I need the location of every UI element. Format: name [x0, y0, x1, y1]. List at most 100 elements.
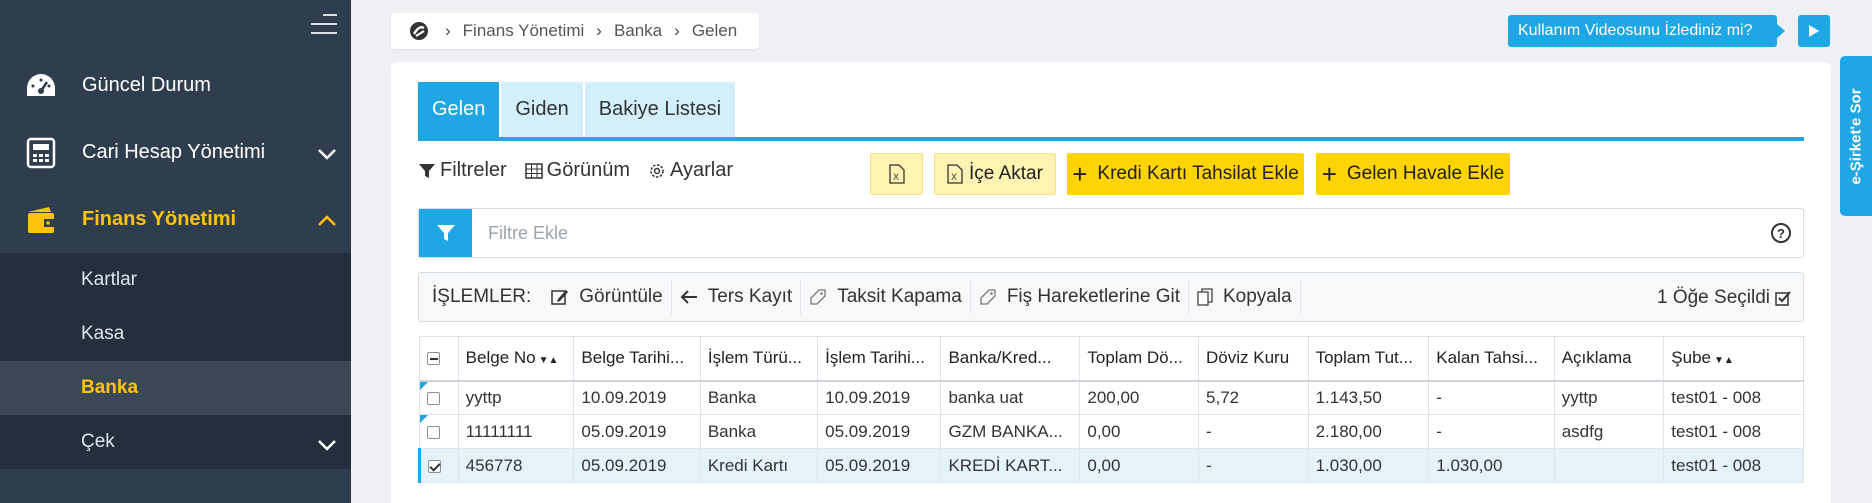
go-to-receipt-button[interactable]: Fiş Hareketlerine Git — [971, 280, 1189, 314]
sidebar-subitem-banka[interactable]: Banka — [0, 361, 351, 415]
reverse-entry-button[interactable]: Ters Kayıt — [672, 280, 802, 314]
tab-giden[interactable]: Giden — [501, 82, 583, 137]
table-cell: - — [1198, 414, 1309, 449]
installment-close-button[interactable]: Taksit Kapama — [801, 280, 971, 314]
sidebar-subitem-kasa[interactable]: Kasa — [0, 307, 351, 361]
filter-icon[interactable] — [419, 209, 472, 257]
column-header[interactable]: Açıklama — [1553, 336, 1665, 382]
column-header[interactable]: Kalan Tahsi... — [1428, 336, 1555, 382]
tab-bar: Gelen Giden Bakiye Listesi — [418, 82, 737, 137]
table-cell: KREDİ KART... — [940, 448, 1081, 483]
sidebar-item-label: Finans Yönetimi — [82, 208, 237, 230]
chevron-down-icon — [317, 143, 337, 166]
chevron-up-icon — [317, 210, 337, 233]
tab-gelen[interactable]: Gelen — [418, 82, 500, 137]
help-icon[interactable]: ? — [1771, 223, 1791, 243]
chevron-right-icon: › — [674, 21, 680, 40]
breadcrumb-item[interactable]: Finans Yönetimi — [463, 21, 585, 41]
breadcrumb: › Finans Yönetimi › Banka › Gelen — [391, 13, 760, 49]
table-row[interactable]: yyttp 10.09.2019 Banka 10.09.2019 banka … — [419, 380, 1804, 415]
add-incoming-transfer-button[interactable]: + Gelen Havale Ekle — [1316, 153, 1510, 195]
sort-icon: ▼▲ — [538, 355, 559, 367]
tag-icon — [810, 289, 826, 305]
installment-close-label: Taksit Kapama — [837, 286, 962, 307]
settings-button[interactable]: Ayarlar — [648, 159, 733, 182]
sidebar-item-finans[interactable]: Finans Yönetimi — [0, 186, 351, 253]
operations-label: İŞLEMLER: — [432, 286, 532, 307]
video-help-button[interactable]: Kullanım Videosunu İzlediniz mi? — [1508, 15, 1784, 47]
incoming-table: Belge No ▼▲ Belge Tarihi... İşlem Türü...… — [418, 336, 1804, 483]
excel-export-button[interactable]: X — [870, 153, 923, 195]
sidebar-submenu: Kartlar Kasa Banka Çek — [0, 253, 351, 469]
sidebar-item-cari-hesap[interactable]: Cari Hesap Yönetimi — [0, 119, 351, 186]
home-icon[interactable] — [409, 21, 429, 41]
table-cell: test01 - 008 — [1663, 448, 1804, 483]
column-header[interactable]: Toplam Dö... — [1079, 336, 1200, 382]
sidebar-item-guncel-durum[interactable]: Güncel Durum — [0, 52, 351, 119]
table-cell: yyttp — [1553, 380, 1665, 415]
settings-label: Ayarlar — [670, 159, 734, 181]
side-tab-label: e-Şirket'e Sor — [1847, 87, 1865, 185]
table-cell: GZM BANKA... — [940, 414, 1081, 449]
table-cell: Banka — [699, 414, 819, 449]
menu-toggle-icon[interactable] — [311, 14, 337, 36]
column-header[interactable]: İşlem Türü... — [699, 336, 819, 382]
table-cell — [1553, 448, 1665, 483]
table-cell: 456778 — [457, 448, 575, 483]
table-cell: Banka — [699, 380, 819, 415]
play-icon[interactable] — [1798, 15, 1830, 47]
breadcrumb-item-current: Gelen — [691, 21, 738, 40]
filters-button[interactable]: Filtreler — [418, 159, 507, 182]
copy-icon — [1197, 288, 1213, 306]
view-button[interactable]: Görünüm — [524, 159, 631, 182]
tag-icon — [980, 289, 996, 305]
sidebar: Güncel Durum Cari Hesap Yönetimi Finans … — [0, 0, 351, 503]
copy-button[interactable]: Kopyala — [1189, 280, 1301, 314]
view-label: Görünüm — [546, 159, 631, 181]
table-row-selected[interactable]: 456778 05.09.2019 Kredi Kartı 05.09.2019… — [418, 448, 1804, 483]
import-button[interactable]: X İçe Aktar — [934, 153, 1056, 195]
column-header[interactable]: Döviz Kuru — [1198, 336, 1309, 382]
select-all-checkbox[interactable] — [419, 336, 459, 382]
svg-text:X: X — [893, 172, 899, 182]
column-header[interactable]: İşlem Tarihi... — [817, 336, 942, 382]
column-header-sube[interactable]: Şube ▼▲ — [1663, 336, 1804, 382]
reverse-entry-label: Ters Kayıt — [707, 286, 793, 307]
add-card-label: Kredi Kartı Tahsilat Ekle — [1097, 163, 1299, 184]
chevron-right-icon: › — [596, 21, 602, 40]
row-checkbox[interactable] — [418, 448, 459, 483]
chevron-right-icon: › — [445, 21, 451, 40]
sidebar-subitem-kartlar[interactable]: Kartlar — [0, 253, 351, 307]
grid-icon — [524, 162, 543, 179]
table-cell: 05.09.2019 — [573, 448, 701, 483]
view-record-button[interactable]: Görüntüle — [543, 280, 672, 314]
table-cell: 05.09.2019 — [817, 414, 942, 449]
column-header[interactable]: Toplam Tut... — [1307, 336, 1430, 382]
add-credit-card-collection-button[interactable]: + Kredi Kartı Tahsilat Ekle — [1067, 153, 1304, 195]
tab-bakiye-listesi[interactable]: Bakiye Listesi — [584, 82, 736, 137]
ask-side-tab[interactable]: e-Şirket'e Sor — [1840, 56, 1872, 216]
column-header[interactable]: Banka/Kred... — [940, 336, 1081, 382]
excel-file-icon: X — [947, 164, 963, 184]
table-cell: test01 - 008 — [1663, 380, 1804, 415]
column-header[interactable]: Belge Tarihi... — [573, 336, 701, 382]
table-cell: - — [1428, 380, 1555, 415]
operations-bar: İŞLEMLER: Görüntüle Ters Kayıt Taksit Ka… — [418, 272, 1804, 322]
row-checkbox[interactable] — [419, 380, 459, 415]
sidebar-item-label: Cari Hesap Yönetimi — [82, 141, 266, 163]
svg-text:X: X — [951, 172, 957, 182]
row-checkbox[interactable] — [419, 414, 459, 449]
calculator-icon — [24, 136, 58, 170]
import-label: İçe Aktar — [969, 163, 1043, 184]
breadcrumb-item[interactable]: Banka — [614, 21, 662, 41]
table-cell: banka uat — [940, 380, 1081, 415]
filter-input[interactable]: Filtre Ekle — [488, 223, 568, 244]
column-header-belge-no[interactable]: Belge No ▼▲ — [457, 336, 575, 382]
table-row[interactable]: 11111111 05.09.2019 Banka 05.09.2019 GZM… — [419, 414, 1804, 449]
table-cell: 05.09.2019 — [817, 448, 942, 483]
table-cell: - — [1428, 414, 1555, 449]
sidebar-subitem-cek[interactable]: Çek — [0, 415, 351, 469]
table-cell: 1.030,00 — [1428, 448, 1555, 483]
tab-underline — [418, 137, 1804, 141]
plus-icon: + — [1321, 158, 1337, 189]
